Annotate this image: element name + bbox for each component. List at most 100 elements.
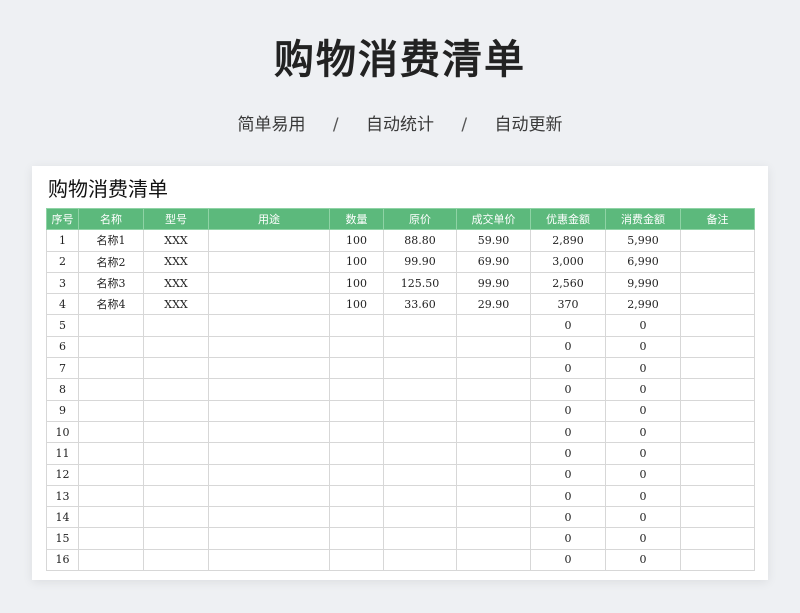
cell-model[interactable] <box>143 463 209 486</box>
cell-index[interactable]: 12 <box>46 463 79 486</box>
cell-name[interactable] <box>78 548 144 572</box>
cell-amount[interactable]: 9,990 <box>605 271 681 295</box>
cell-name[interactable] <box>78 484 144 508</box>
cell-amount[interactable]: 0 <box>605 357 681 380</box>
cell-original-price[interactable]: 99.90 <box>383 250 457 273</box>
cell-index[interactable]: 14 <box>46 506 79 529</box>
cell-amount[interactable]: 0 <box>605 378 681 401</box>
cell-amount[interactable]: 0 <box>605 442 681 465</box>
cell-name[interactable] <box>78 463 144 486</box>
cell-model[interactable]: XXX <box>143 271 209 295</box>
cell-purpose[interactable] <box>208 250 330 273</box>
cell-purpose[interactable] <box>208 484 330 508</box>
cell-index[interactable]: 13 <box>46 484 79 508</box>
cell-model[interactable] <box>143 484 209 508</box>
cell-amount[interactable]: 5,990 <box>605 229 681 252</box>
cell-discount[interactable]: 2,560 <box>530 271 606 295</box>
cell-index[interactable]: 7 <box>46 357 79 380</box>
cell-quantity[interactable]: 100 <box>329 271 384 295</box>
cell-name[interactable]: 名称3 <box>78 271 144 295</box>
cell-notes[interactable] <box>680 463 755 486</box>
cell-deal-price[interactable]: 69.90 <box>456 250 531 273</box>
cell-model[interactable] <box>143 548 209 572</box>
cell-quantity[interactable]: 100 <box>329 293 384 316</box>
cell-quantity[interactable] <box>329 314 384 337</box>
cell-discount[interactable]: 0 <box>530 399 606 422</box>
cell-discount[interactable]: 0 <box>530 335 606 359</box>
cell-model[interactable] <box>143 357 209 380</box>
cell-quantity[interactable] <box>329 420 384 444</box>
cell-purpose[interactable] <box>208 548 330 572</box>
cell-purpose[interactable] <box>208 335 330 359</box>
cell-name[interactable] <box>78 357 144 380</box>
cell-quantity[interactable] <box>329 378 384 401</box>
cell-index[interactable]: 9 <box>46 399 79 422</box>
cell-index[interactable]: 10 <box>46 420 79 444</box>
cell-purpose[interactable] <box>208 357 330 380</box>
cell-amount[interactable]: 0 <box>605 484 681 508</box>
cell-discount[interactable]: 0 <box>530 484 606 508</box>
cell-discount[interactable]: 0 <box>530 420 606 444</box>
cell-purpose[interactable] <box>208 271 330 295</box>
cell-notes[interactable] <box>680 314 755 337</box>
cell-index[interactable]: 6 <box>46 335 79 359</box>
cell-original-price[interactable] <box>383 442 457 465</box>
cell-discount[interactable]: 0 <box>530 463 606 486</box>
cell-amount[interactable]: 6,990 <box>605 250 681 273</box>
cell-notes[interactable] <box>680 420 755 444</box>
cell-quantity[interactable] <box>329 548 384 572</box>
cell-original-price[interactable]: 33.60 <box>383 293 457 316</box>
cell-name[interactable] <box>78 314 144 337</box>
cell-model[interactable] <box>143 527 209 550</box>
col-header-notes[interactable]: 备注 <box>680 207 755 231</box>
cell-purpose[interactable] <box>208 293 330 316</box>
cell-discount[interactable]: 0 <box>530 442 606 465</box>
cell-name[interactable] <box>78 399 144 422</box>
cell-deal-price[interactable]: 59.90 <box>456 229 531 252</box>
cell-model[interactable]: XXX <box>143 250 209 273</box>
cell-discount[interactable]: 0 <box>530 314 606 337</box>
cell-quantity[interactable] <box>329 399 384 422</box>
cell-discount[interactable]: 370 <box>530 293 606 316</box>
cell-discount[interactable]: 0 <box>530 506 606 529</box>
cell-deal-price[interactable] <box>456 399 531 422</box>
cell-deal-price[interactable] <box>456 335 531 359</box>
col-header-model[interactable]: 型号 <box>143 207 209 231</box>
cell-deal-price[interactable]: 29.90 <box>456 293 531 316</box>
cell-quantity[interactable] <box>329 357 384 380</box>
cell-amount[interactable]: 0 <box>605 548 681 572</box>
cell-notes[interactable] <box>680 484 755 508</box>
cell-index[interactable]: 3 <box>46 271 79 295</box>
cell-quantity[interactable] <box>329 527 384 550</box>
cell-original-price[interactable]: 88.80 <box>383 229 457 252</box>
cell-deal-price[interactable] <box>456 484 531 508</box>
col-header-name[interactable]: 名称 <box>78 207 144 231</box>
cell-purpose[interactable] <box>208 378 330 401</box>
cell-original-price[interactable] <box>383 506 457 529</box>
cell-discount[interactable]: 2,890 <box>530 229 606 252</box>
cell-index[interactable]: 11 <box>46 442 79 465</box>
col-header-quantity[interactable]: 数量 <box>329 207 384 231</box>
cell-original-price[interactable] <box>383 314 457 337</box>
cell-purpose[interactable] <box>208 442 330 465</box>
cell-purpose[interactable] <box>208 229 330 252</box>
cell-original-price[interactable]: 125.50 <box>383 271 457 295</box>
cell-deal-price[interactable] <box>456 463 531 486</box>
cell-purpose[interactable] <box>208 506 330 529</box>
cell-amount[interactable]: 0 <box>605 527 681 550</box>
cell-notes[interactable] <box>680 442 755 465</box>
cell-original-price[interactable] <box>383 484 457 508</box>
cell-name[interactable]: 名称2 <box>78 250 144 273</box>
cell-original-price[interactable] <box>383 357 457 380</box>
cell-discount[interactable]: 0 <box>530 378 606 401</box>
cell-deal-price[interactable] <box>456 548 531 572</box>
cell-name[interactable] <box>78 527 144 550</box>
cell-notes[interactable] <box>680 506 755 529</box>
col-header-index[interactable]: 序号 <box>46 207 79 231</box>
cell-original-price[interactable] <box>383 463 457 486</box>
col-header-original-price[interactable]: 原价 <box>383 207 457 231</box>
cell-discount[interactable]: 0 <box>530 548 606 572</box>
cell-notes[interactable] <box>680 293 755 316</box>
col-header-purpose[interactable]: 用途 <box>208 207 330 231</box>
cell-index[interactable]: 1 <box>46 229 79 252</box>
